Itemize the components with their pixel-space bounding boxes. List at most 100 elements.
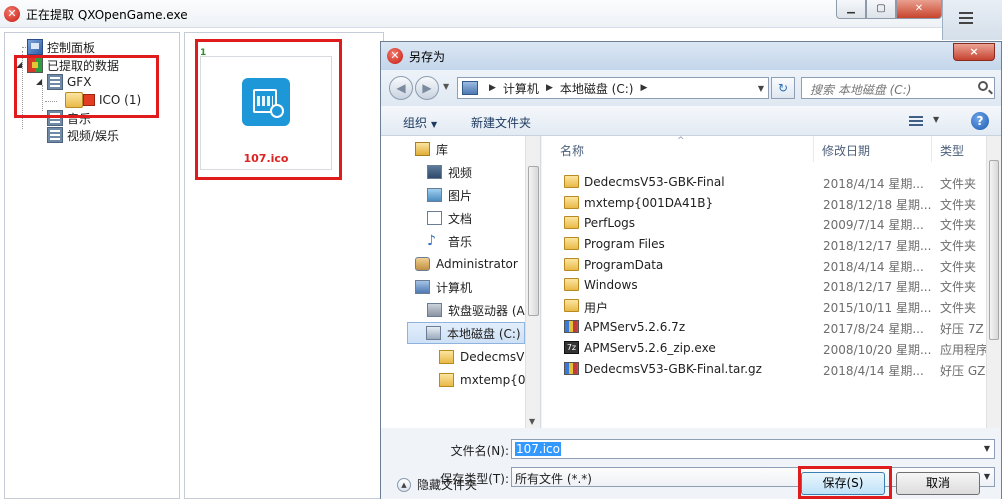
file-type: 文件夹 bbox=[940, 198, 977, 212]
nav-item-local-disk[interactable]: 本地磁盘 (C:) bbox=[407, 322, 525, 344]
file-name: APMServ5.2.6_zip.exe bbox=[584, 341, 716, 355]
main-window-title: 正在提取 QXOpenGame.exe bbox=[26, 8, 188, 22]
file-date: 2018/12/18 星期... bbox=[823, 198, 932, 212]
tree-item-control-panel[interactable]: 控制面板 bbox=[27, 38, 95, 56]
background-window-edge bbox=[942, 0, 1002, 40]
column-header-name[interactable]: 名称 bbox=[552, 136, 814, 162]
nav-item-administrator[interactable]: Administrator bbox=[415, 253, 518, 275]
chevron-up-icon: ▲ bbox=[397, 477, 411, 492]
file-list-scrollbar-thumb[interactable] bbox=[989, 160, 999, 340]
file-row[interactable]: Windows 2018/12/17 星期... 文件夹 bbox=[542, 275, 986, 295]
dialog-close-button[interactable]: × bbox=[953, 43, 995, 61]
nav-item-dedecms[interactable]: DedecmsV5 bbox=[439, 346, 532, 368]
nav-scrollbar-thumb[interactable] bbox=[528, 166, 539, 316]
file-name: APMServ5.2.6.7z bbox=[584, 320, 686, 334]
view-options-icon[interactable] bbox=[909, 116, 923, 126]
filename-value: 107.ico bbox=[515, 442, 561, 456]
folder-icon bbox=[564, 216, 579, 229]
column-header-type[interactable]: 类型 bbox=[932, 136, 986, 162]
nav-item-label: Administrator bbox=[436, 257, 518, 271]
drive-icon bbox=[426, 326, 441, 340]
nav-item-label: 计算机 bbox=[436, 280, 473, 295]
folder-icon bbox=[439, 373, 454, 387]
file-date: 2009/7/14 星期... bbox=[823, 218, 924, 232]
nav-item-pictures[interactable]: 图片 bbox=[427, 184, 472, 206]
file-date: 2018/12/17 星期... bbox=[823, 280, 932, 294]
file-row[interactable]: ProgramData 2018/4/14 星期... 文件夹 bbox=[542, 255, 986, 275]
cancel-button[interactable]: 取消 bbox=[896, 472, 980, 495]
filename-input[interactable]: 107.ico ▼ bbox=[511, 439, 995, 459]
file-type: 文件夹 bbox=[940, 239, 977, 253]
scroll-down-icon[interactable]: ▼ bbox=[529, 417, 535, 426]
chevron-right-icon: ▶ bbox=[545, 83, 553, 93]
computer-icon bbox=[462, 81, 478, 95]
file-row[interactable]: Program Files 2018/12/17 星期... 文件夹 bbox=[542, 234, 986, 254]
nav-item-computer[interactable]: 计算机 bbox=[415, 276, 472, 298]
minimize-button[interactable]: ▁ bbox=[836, 0, 866, 19]
column-header-date[interactable]: 修改日期 bbox=[814, 136, 932, 162]
file-date: 2017/8/24 星期... bbox=[823, 322, 924, 336]
highlight-box-tree bbox=[14, 55, 159, 118]
chevron-down-icon[interactable]: ▼ bbox=[933, 115, 939, 124]
file-row[interactable]: PerfLogs 2009/7/14 星期... 文件夹 bbox=[542, 213, 986, 233]
dialog-toolbar: 组织 ▼ 新建文件夹 ▼ ? bbox=[381, 106, 1001, 136]
chevron-down-icon: ▼ bbox=[431, 120, 438, 129]
file-row[interactable]: 用户 2015/10/11 星期... 文件夹 bbox=[542, 296, 986, 316]
help-icon[interactable]: ? bbox=[971, 112, 989, 130]
folder-icon bbox=[564, 237, 579, 250]
save-as-dialog: ✕ 另存为 × ◀ ▶ ▼ ▶ 计算机 ▶ 本地磁盘 (C:) ▶ ▼ ↻ 搜索… bbox=[380, 41, 1002, 499]
file-name: Program Files bbox=[584, 237, 665, 251]
new-folder-button[interactable]: 新建文件夹 bbox=[471, 114, 531, 131]
forward-button[interactable]: ▶ bbox=[415, 76, 439, 100]
chevron-down-icon[interactable]: ▼ bbox=[758, 84, 764, 93]
back-button[interactable]: ◀ bbox=[389, 76, 413, 100]
user-folder-icon bbox=[415, 257, 430, 271]
nav-item-music[interactable]: ♪ 音乐 bbox=[427, 230, 472, 252]
hide-folders-toggle[interactable]: ▲ 隐藏文件夹 bbox=[397, 476, 477, 493]
file-list-pane: ^ 名称 修改日期 类型 DedecmsV53-GBK-Final 2018/4/… bbox=[542, 136, 1001, 428]
organize-label: 组织 bbox=[403, 116, 428, 130]
file-row[interactable]: DedecmsV53-GBK-Final.tar.gz 2018/4/14 星期.… bbox=[542, 359, 986, 379]
file-row[interactable]: DedecmsV53-GBK-Final 2018/4/14 星期... 文件夹 bbox=[542, 172, 986, 192]
nav-item-library[interactable]: 库 bbox=[415, 138, 448, 160]
file-list-scrollbar[interactable] bbox=[986, 136, 1001, 428]
tree-item-label: 控制面板 bbox=[47, 40, 96, 55]
search-input[interactable]: 搜索 本地磁盘 (C:) bbox=[801, 77, 995, 99]
address-row: ◀ ▶ ▼ ▶ 计算机 ▶ 本地磁盘 (C:) ▶ ▼ ↻ 搜索 本地磁盘 (C… bbox=[381, 70, 1001, 106]
menu-icon bbox=[959, 12, 973, 24]
search-placeholder: 搜索 本地磁盘 (C:) bbox=[810, 83, 912, 97]
file-row[interactable]: 7z APMServ5.2.6_zip.exe 2008/10/20 星期... 应用… bbox=[542, 338, 986, 358]
chevron-down-icon[interactable]: ▼ bbox=[984, 444, 990, 453]
organize-button[interactable]: 组织 ▼ bbox=[403, 114, 437, 131]
floppy-icon bbox=[427, 303, 442, 317]
dialog-footer: ▲ 隐藏文件夹 保存(S) 取消 bbox=[381, 466, 1001, 499]
documents-icon bbox=[427, 211, 442, 225]
breadcrumb-computer[interactable]: 计算机 bbox=[503, 80, 539, 97]
file-type: 文件夹 bbox=[940, 260, 977, 274]
file-name: DedecmsV53-GBK-Final bbox=[584, 175, 725, 189]
refresh-button[interactable]: ↻ bbox=[771, 77, 795, 99]
breadcrumb-local-disk[interactable]: 本地磁盘 (C:) bbox=[560, 80, 634, 97]
nav-scrollbar[interactable]: ▼ bbox=[525, 136, 540, 428]
file-date: 2018/4/14 星期... bbox=[823, 364, 924, 378]
file-type: 应用程序 bbox=[940, 343, 986, 357]
file-type: 好压 7Z bbox=[940, 322, 984, 336]
file-name: ProgramData bbox=[584, 258, 664, 272]
file-date: 2018/4/14 星期... bbox=[823, 260, 924, 274]
nav-item-video[interactable]: 视频 bbox=[427, 161, 472, 183]
nav-item-floppy[interactable]: 软盘驱动器 (A: bbox=[427, 299, 529, 321]
folder-icon bbox=[564, 196, 579, 209]
nav-item-label: 软盘驱动器 (A: bbox=[448, 303, 529, 318]
recent-locations-dropdown[interactable]: ▼ bbox=[443, 82, 449, 91]
music-icon: ♪ bbox=[427, 233, 436, 249]
file-date: 2018/4/14 星期... bbox=[823, 177, 924, 191]
maximize-button[interactable]: ▢ bbox=[866, 0, 896, 19]
file-row[interactable]: APMServ5.2.6.7z 2017/8/24 星期... 好压 7Z bbox=[542, 317, 986, 337]
address-bar[interactable]: ▶ 计算机 ▶ 本地磁盘 (C:) ▶ ▼ bbox=[457, 77, 769, 99]
file-type: 文件夹 bbox=[940, 218, 977, 232]
close-button[interactable]: ✕ bbox=[896, 0, 942, 19]
file-row[interactable]: mxtemp{001DA41B} 2018/12/18 星期... 文件夹 bbox=[542, 193, 986, 213]
folder-icon bbox=[564, 258, 579, 271]
tree-item-video[interactable]: 视频/娱乐 bbox=[47, 126, 119, 144]
nav-item-documents[interactable]: 文档 bbox=[427, 207, 472, 229]
